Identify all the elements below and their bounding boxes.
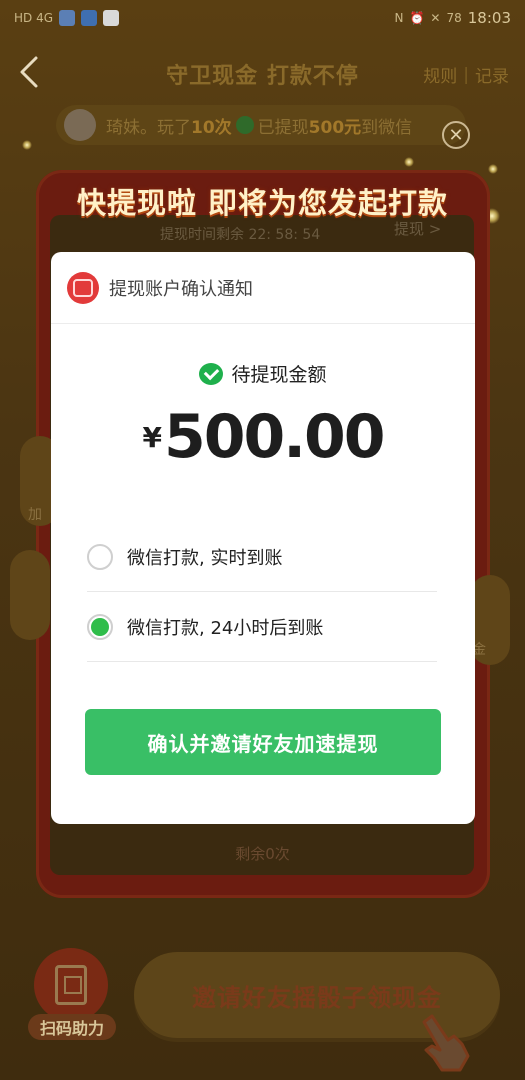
ticker-prefix: 琦妹。玩了 bbox=[106, 117, 191, 138]
close-icon[interactable]: ✕ bbox=[442, 121, 470, 149]
payout-option-label: 微信打款, 24小时后到账 bbox=[127, 617, 324, 639]
dialog-header: 提现账户确认通知 bbox=[51, 252, 475, 324]
currency-symbol: ¥ bbox=[142, 421, 162, 454]
countdown-timer: 提现时间剩余 22: 58: 54 bbox=[160, 227, 321, 243]
brand-logo-icon bbox=[67, 271, 99, 304]
remaining-count: 剩余0次 bbox=[235, 845, 290, 863]
network-indicator: HD 4G bbox=[14, 11, 54, 25]
ticker-suffix: 到微信 bbox=[361, 117, 413, 138]
status-left: HD 4G bbox=[14, 10, 120, 26]
wechat-pay-icon bbox=[199, 362, 224, 385]
sparkle-decoration bbox=[22, 140, 32, 150]
radio-unchecked-icon[interactable] bbox=[87, 543, 113, 570]
withdraw-confirm-dialog: 提现账户确认通知 待提现金额 ¥500.00 微信打款, 实时到账 微信打款, … bbox=[51, 252, 475, 824]
side-reward-left-label: 加 bbox=[28, 507, 42, 523]
status-right: N ⏰ ✕ 78 18:03 bbox=[394, 9, 511, 27]
amount-display: ¥500.00 bbox=[51, 402, 475, 472]
nfc-icon: N bbox=[394, 11, 404, 25]
status-bar: HD 4G N ⏰ ✕ 78 18:03 bbox=[0, 0, 525, 36]
winner-ticker: 琦妹。玩了 10次 已提现 500元 到微信 bbox=[56, 105, 466, 145]
qr-assist-button[interactable]: 扫码助力 bbox=[28, 948, 116, 1040]
ticker-count: 10次 bbox=[191, 117, 232, 138]
records-link[interactable]: 记录 bbox=[475, 62, 509, 87]
alarm-icon: ⏰ bbox=[409, 11, 425, 25]
mute-icon: ✕ bbox=[430, 11, 441, 25]
wechat-check-icon bbox=[235, 116, 254, 134]
ticker-mid: 已提现 bbox=[257, 117, 309, 138]
sparkle-decoration bbox=[488, 164, 498, 174]
battery-level: 78 bbox=[446, 11, 462, 25]
qr-circle bbox=[34, 948, 108, 1022]
avatar bbox=[64, 109, 96, 141]
dialog-title: 提现账户确认通知 bbox=[109, 278, 253, 300]
rules-link[interactable]: 规则 bbox=[423, 62, 457, 87]
qq-icon bbox=[103, 10, 120, 26]
amount-label: 待提现金额 bbox=[231, 364, 327, 386]
confirm-invite-button[interactable]: 确认并邀请好友加速提现 bbox=[85, 709, 441, 775]
app-notification-icon bbox=[59, 10, 76, 26]
payout-option-24h[interactable]: 微信打款, 24小时后到账 bbox=[87, 592, 437, 662]
qr-code-icon bbox=[55, 965, 87, 1005]
nav-links: 规则 | 记录 bbox=[423, 62, 509, 88]
nav-bar: 守卫现金 打款不停 规则 | 记录 bbox=[0, 44, 525, 100]
app-notification-icon bbox=[81, 10, 98, 26]
payout-option-realtime[interactable]: 微信打款, 实时到账 bbox=[87, 522, 437, 592]
nav-separator: | bbox=[463, 64, 469, 85]
qr-assist-label: 扫码助力 bbox=[28, 1014, 116, 1040]
amount-label-row: 待提现金额 bbox=[51, 360, 475, 387]
radio-checked-icon[interactable] bbox=[87, 613, 113, 640]
side-reward-left-2 bbox=[10, 550, 50, 640]
amount-value: 500.00 bbox=[163, 402, 386, 472]
clock: 18:03 bbox=[467, 9, 511, 27]
side-reward-right: 金 bbox=[470, 575, 510, 665]
pointing-hand-icon bbox=[422, 1014, 470, 1072]
payout-option-label: 微信打款, 实时到账 bbox=[127, 547, 283, 569]
modal-headline: 快提现啦 即将为您发起打款 bbox=[76, 186, 449, 220]
ticker-amount: 500元 bbox=[308, 117, 362, 138]
sparkle-decoration bbox=[404, 157, 414, 167]
